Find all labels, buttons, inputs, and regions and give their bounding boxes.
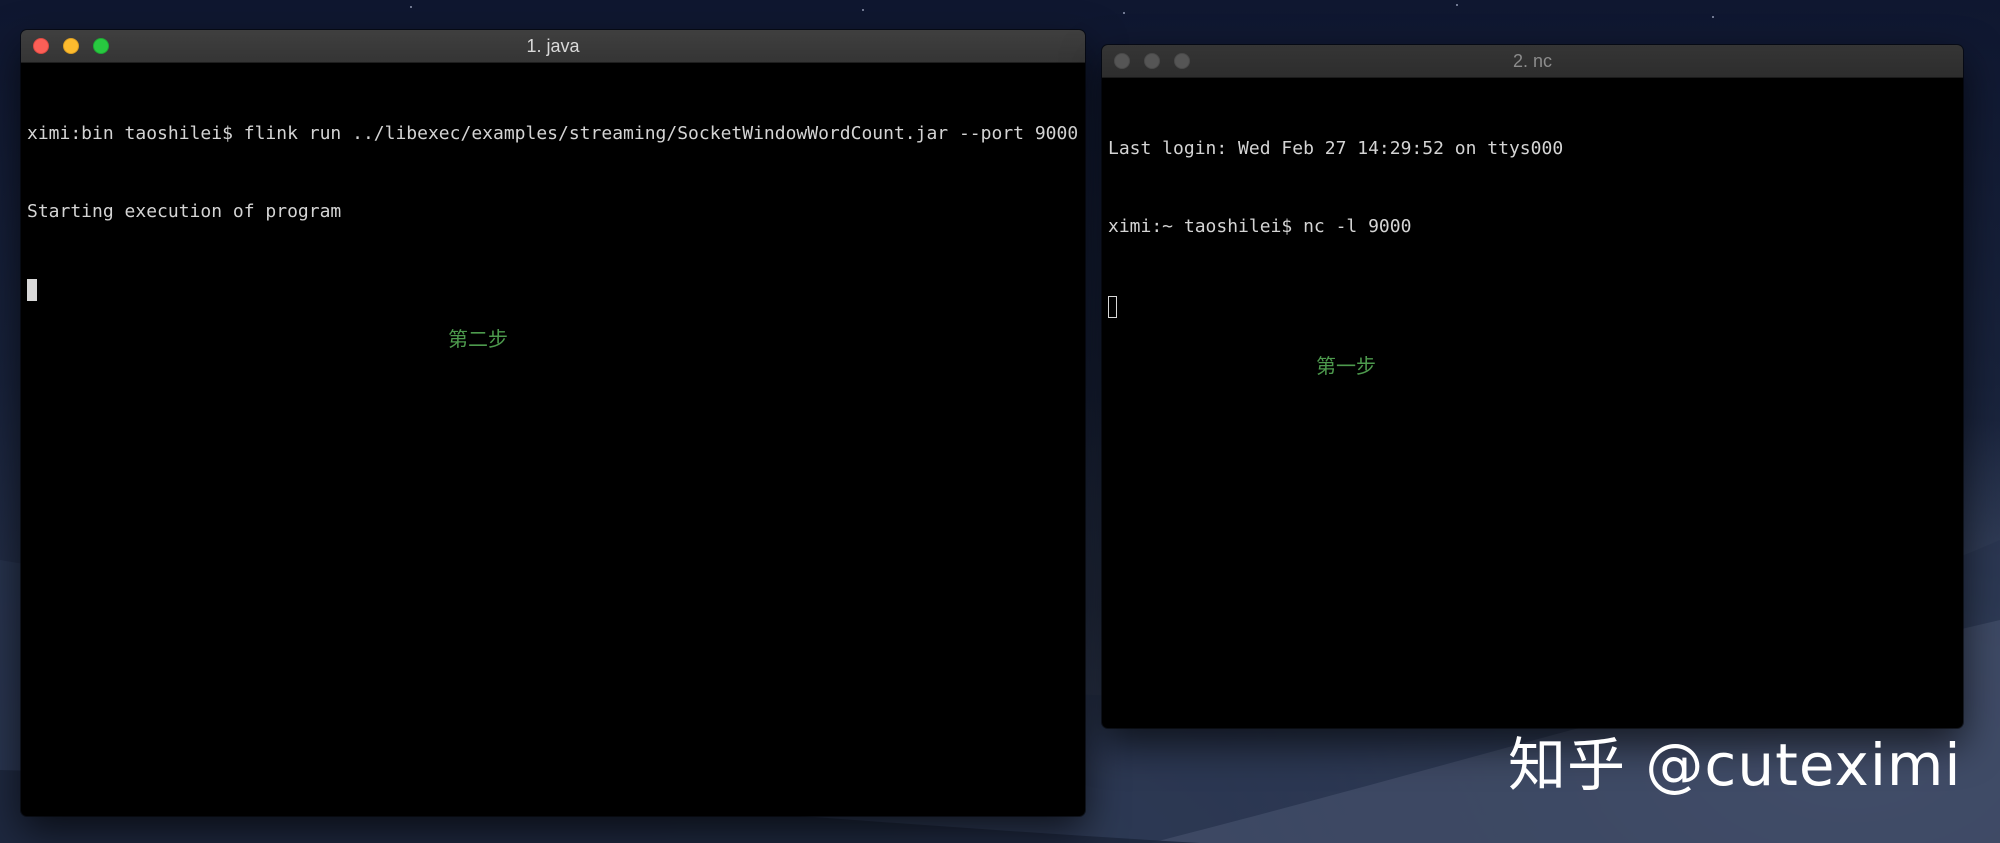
terminal-cursor-line xyxy=(1108,292,1957,318)
terminal-line: ximi:bin taoshilei$ flink run ../libexec… xyxy=(27,123,1079,144)
terminal-window-java[interactable]: 1. java ximi:bin taoshilei$ flink run ..… xyxy=(21,30,1085,816)
zoom-window-button[interactable] xyxy=(93,38,109,54)
terminal-window-nc[interactable]: 2. nc Last login: Wed Feb 27 14:29:52 on… xyxy=(1102,45,1963,728)
terminal-output[interactable]: ximi:bin taoshilei$ flink run ../libexec… xyxy=(21,63,1085,355)
terminal-cursor-line xyxy=(27,277,1079,303)
close-window-button[interactable] xyxy=(33,38,49,54)
star xyxy=(1456,4,1458,6)
terminal-line: Last login: Wed Feb 27 14:29:52 on ttys0… xyxy=(1108,138,1564,159)
traffic-lights xyxy=(1114,53,1190,69)
minimize-window-button[interactable] xyxy=(63,38,79,54)
star xyxy=(1123,12,1125,14)
step-annotation: 第一步 xyxy=(1316,354,1376,378)
traffic-lights xyxy=(33,38,109,54)
zhihu-watermark: 知乎 @cuteximi xyxy=(1508,731,1962,799)
minimize-window-button[interactable] xyxy=(1144,53,1160,69)
text-cursor xyxy=(1108,296,1117,318)
window-titlebar[interactable]: 1. java xyxy=(21,30,1085,63)
terminal-output[interactable]: Last login: Wed Feb 27 14:29:52 on ttys0… xyxy=(1102,78,1963,370)
star xyxy=(862,9,864,11)
window-titlebar[interactable]: 2. nc xyxy=(1102,45,1963,78)
window-title: 1. java xyxy=(526,36,580,56)
close-window-button[interactable] xyxy=(1114,53,1130,69)
star xyxy=(1712,16,1714,18)
terminal-line: Starting execution of program xyxy=(27,201,342,222)
terminal-line: ximi:~ taoshilei$ nc -l 9000 xyxy=(1108,216,1412,237)
window-title: 2. nc xyxy=(1512,51,1553,71)
star xyxy=(410,6,412,8)
zoom-window-button[interactable] xyxy=(1174,53,1190,69)
text-cursor xyxy=(27,279,37,301)
step-annotation: 第二步 xyxy=(448,327,508,351)
